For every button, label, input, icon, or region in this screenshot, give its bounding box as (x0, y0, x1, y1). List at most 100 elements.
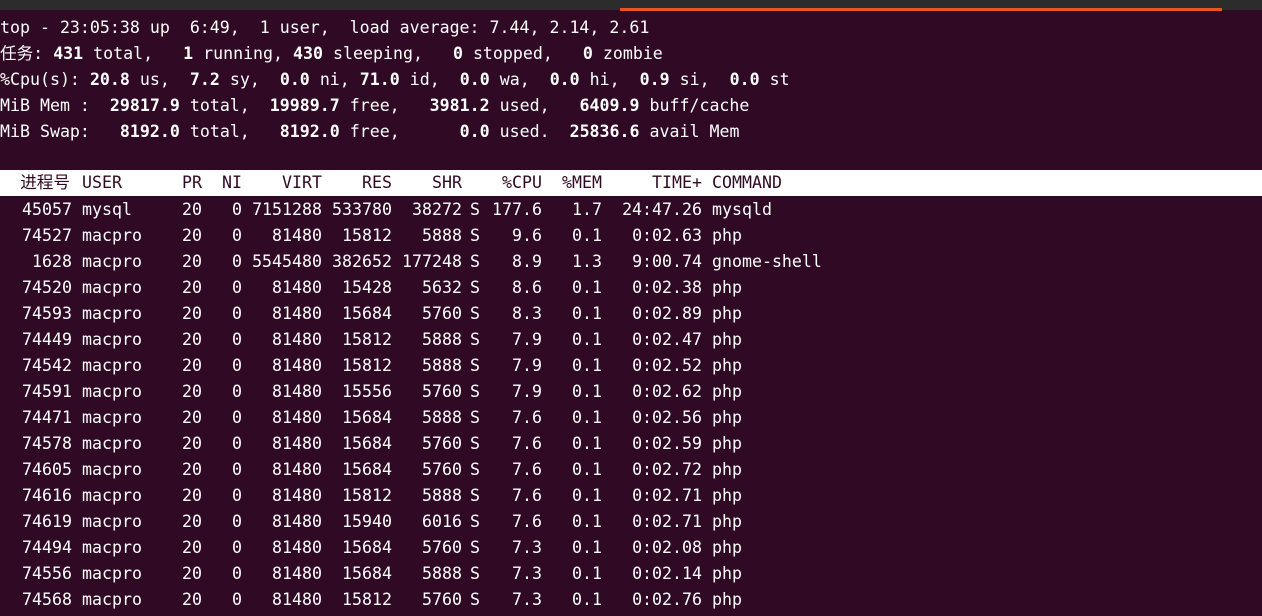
process-row[interactable]: 74593 macpro 20 0 81480 15684 5760 S 8.3 0.1 0:02.… (0, 301, 1262, 327)
process-state: S (470, 408, 480, 427)
process-command: php (712, 278, 742, 297)
process-nice: 0 (232, 512, 242, 531)
process-row[interactable]: 74520 macpro 20 0 81480 15428 5632 S 8.6 0.1 0:02.… (0, 275, 1262, 301)
process-user: macpro (82, 356, 142, 375)
col-mem: %MEM (562, 173, 602, 192)
process-nice: 0 (232, 278, 242, 297)
process-virt: 81480 (272, 460, 322, 479)
process-cpu: 8.3 (512, 304, 542, 323)
process-virt: 81480 (272, 278, 322, 297)
col-pr: PR (182, 173, 202, 192)
process-row[interactable]: 74542 macpro 20 0 81480 15812 5888 S 7.9 0.1 0:02.… (0, 353, 1262, 379)
process-virt: 81480 (272, 330, 322, 349)
col-user: USER (82, 173, 122, 192)
tasks-line: 任务: 431 total, 1 running, 430 sleeping, … (0, 41, 663, 67)
process-res: 15940 (342, 512, 392, 531)
process-pid: 74605 (22, 460, 72, 479)
process-row[interactable]: 74578 macpro 20 0 81480 15684 5760 S 7.6 0.1 0:02.… (0, 431, 1262, 457)
process-nice: 0 (232, 434, 242, 453)
process-shr: 5760 (422, 382, 462, 401)
process-virt: 81480 (272, 356, 322, 375)
process-row[interactable]: 74527 macpro 20 0 81480 15812 5888 S 9.6 0.1 0:02.… (0, 223, 1262, 249)
process-user: macpro (82, 538, 142, 557)
process-user: macpro (82, 252, 142, 271)
tasks-running-label: running, (203, 44, 284, 63)
process-mem: 0.1 (572, 564, 602, 583)
swap-line: MiB Swap: 8192.0 total, 8192.0 free, 0.0… (0, 119, 739, 145)
process-user: macpro (82, 564, 142, 583)
process-virt: 81480 (272, 512, 322, 531)
process-time: 0:02.38 (632, 278, 702, 297)
process-virt: 81480 (272, 304, 322, 323)
process-virt: 81480 (272, 486, 322, 505)
process-shr: 38272 (412, 200, 462, 219)
process-res: 382652 (332, 252, 392, 271)
process-row[interactable]: 74605 macpro 20 0 81480 15684 5760 S 7.6 0.1 0:02.… (0, 457, 1262, 483)
process-res: 15684 (342, 564, 392, 583)
process-res: 533780 (332, 200, 392, 219)
process-row[interactable]: 74494 macpro 20 0 81480 15684 5760 S 7.3 0.1 0:02.… (0, 535, 1262, 561)
process-cpu: 177.6 (492, 200, 542, 219)
process-shr: 177248 (402, 252, 462, 271)
process-row[interactable]: 74556 macpro 20 0 81480 15684 5888 S 7.3 0.1 0:02.… (0, 561, 1262, 587)
process-virt: 81480 (272, 434, 322, 453)
process-state: S (470, 538, 480, 557)
process-shr: 5888 (422, 408, 462, 427)
process-command: php (712, 564, 742, 583)
process-user: macpro (82, 408, 142, 427)
cpu-st: 0.0 (729, 70, 760, 89)
tasks-zombie: 0 (582, 44, 593, 63)
process-state: S (470, 226, 480, 245)
cpu-st-label: st (769, 70, 790, 89)
process-res: 15684 (342, 408, 392, 427)
process-res: 15556 (342, 382, 392, 401)
cpu-id: 71.0 (359, 70, 400, 89)
tasks-zombie-label: zombie (602, 44, 663, 63)
process-time: 9:00.74 (632, 252, 702, 271)
process-state: S (470, 564, 480, 583)
process-state: S (470, 278, 480, 297)
process-nice: 0 (232, 486, 242, 505)
cpu-ni-label: ni, (319, 70, 350, 89)
terminal-window[interactable]: top - 23:05:38 up 6:49, 1 user, load ave… (0, 0, 1262, 616)
process-row[interactable]: 74616 macpro 20 0 81480 15812 5888 S 7.6 0.1 0:02.… (0, 483, 1262, 509)
process-nice: 0 (232, 382, 242, 401)
process-row[interactable]: 74619 macpro 20 0 81480 15940 6016 S 7.6 0.1 0:02.… (0, 509, 1262, 535)
process-row[interactable]: 74449 macpro 20 0 81480 15812 5888 S 7.9 0.1 0:02.… (0, 327, 1262, 353)
process-user: macpro (82, 486, 142, 505)
process-pid: 74471 (22, 408, 72, 427)
process-row[interactable]: 74568 macpro 20 0 81480 15812 5760 S 7.3 0.1 0:02.… (0, 587, 1262, 613)
process-virt: 7151288 (252, 200, 322, 219)
process-priority: 20 (182, 382, 202, 401)
process-nice: 0 (232, 200, 242, 219)
cpu-us-label: us, (139, 70, 170, 89)
process-mem: 0.1 (572, 226, 602, 245)
cpu-line: %Cpu(s): 20.8 us, 7.2 sy, 0.0 ni, 71.0 i… (0, 67, 790, 93)
mem-buff: 6409.9 (579, 96, 640, 115)
active-tab-indicator[interactable] (620, 8, 1222, 11)
process-cpu: 7.6 (512, 460, 542, 479)
process-res: 15812 (342, 590, 392, 609)
process-priority: 20 (182, 590, 202, 609)
process-pid: 74520 (22, 278, 72, 297)
process-res: 15812 (342, 356, 392, 375)
process-pid: 74593 (22, 304, 72, 323)
process-nice: 0 (232, 330, 242, 349)
process-row[interactable]: 74471 macpro 20 0 81480 15684 5888 S 7.6 0.1 0:02.… (0, 405, 1262, 431)
process-state: S (470, 512, 480, 531)
process-command: gnome-shell (712, 252, 822, 271)
process-virt: 81480 (272, 538, 322, 557)
col-cpu: %CPU (502, 173, 542, 192)
process-row[interactable]: 1628 macpro 20 0 5545480 382652 177248 S 8.9 1.3 9… (0, 249, 1262, 275)
process-shr: 5632 (422, 278, 462, 297)
process-shr: 5760 (422, 590, 462, 609)
mem-total: 29817.9 (109, 96, 180, 115)
process-command: php (712, 538, 742, 557)
process-state: S (470, 200, 480, 219)
process-row[interactable]: 74591 macpro 20 0 81480 15556 5760 S 7.9 0.1 0:02.… (0, 379, 1262, 405)
process-command: php (712, 330, 742, 349)
cpu-label: %Cpu(s): (0, 70, 80, 89)
process-pid: 74556 (22, 564, 72, 583)
process-row[interactable]: 45057 mysql 20 0 7151288 533780 38272 S 177.6 1.7… (0, 197, 1262, 223)
swap-used: 0.0 (459, 122, 490, 141)
